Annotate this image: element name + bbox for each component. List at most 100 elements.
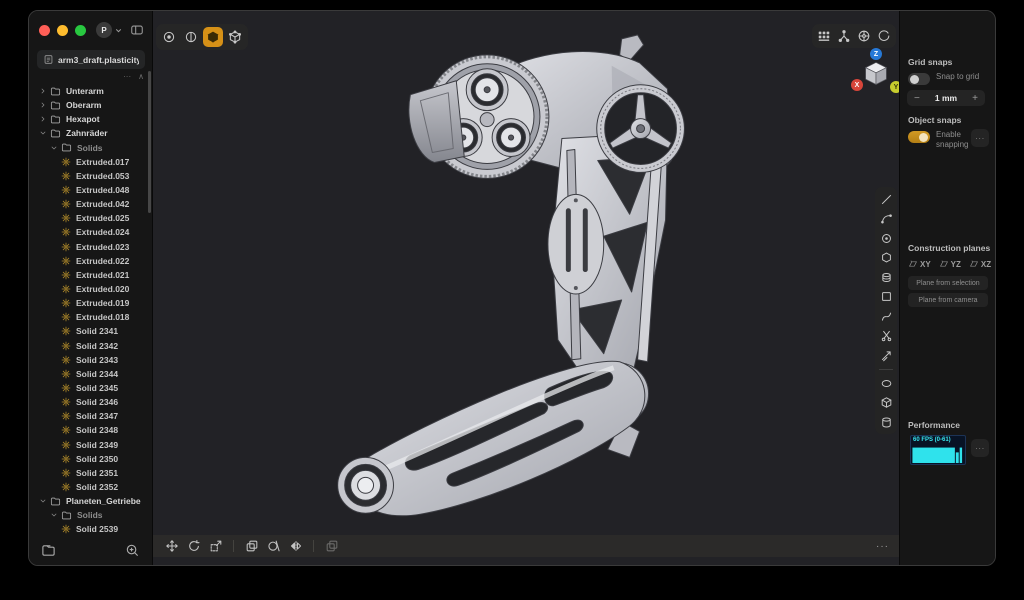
close-window-button[interactable]: [39, 25, 50, 36]
file-name: arm3_draft.plasticity: [58, 55, 139, 65]
tree-item-solid-2341[interactable]: Solid 2341: [29, 324, 152, 338]
tree-item-solid-2342[interactable]: Solid 2342: [29, 339, 152, 353]
transform-slice-button[interactable]: [265, 538, 282, 555]
tree-item-solid-2351[interactable]: Solid 2351: [29, 466, 152, 480]
tool-line-button[interactable]: [878, 191, 894, 207]
select-mode-vertex-button[interactable]: [159, 27, 179, 47]
transform-scale-button[interactable]: [207, 538, 224, 555]
grid-size-decrease-button[interactable]: −: [914, 93, 920, 104]
chevron-down-icon[interactable]: [50, 144, 58, 152]
tree-item-solid-2343[interactable]: Solid 2343: [29, 353, 152, 367]
robot-arm-model[interactable]: [153, 11, 899, 565]
app-menu-badge[interactable]: P: [96, 22, 112, 38]
tool-box-button[interactable]: [878, 395, 894, 411]
chevron-down-icon[interactable]: [39, 497, 47, 505]
chevron-down-icon[interactable]: [39, 129, 47, 137]
gear-icon: [61, 482, 71, 492]
tree-item-solids[interactable]: Solids: [29, 141, 152, 155]
transform-group-button[interactable]: [323, 538, 340, 555]
tool-offset-button[interactable]: [878, 347, 894, 363]
tree-item-solid-2349[interactable]: Solid 2349: [29, 438, 152, 452]
chevron-right-icon[interactable]: [39, 101, 47, 109]
tree-item-solid-2345[interactable]: Solid 2345: [29, 381, 152, 395]
tree-item-extruded-022[interactable]: Extruded.022: [29, 254, 152, 268]
tree-item-unterarm[interactable]: Unterarm: [29, 84, 152, 98]
tree-item-solid-2347[interactable]: Solid 2347: [29, 409, 152, 423]
view-tool-aperture-button[interactable]: [855, 27, 873, 45]
tree-item-solid-2348[interactable]: Solid 2348: [29, 423, 152, 437]
tree-item-solid-2346[interactable]: Solid 2346: [29, 395, 152, 409]
select-mode-solid-button[interactable]: [203, 27, 223, 47]
minimize-window-button[interactable]: [57, 25, 68, 36]
select-mode-mesh-button[interactable]: [225, 27, 245, 47]
tool-arc-button[interactable]: [878, 211, 894, 227]
tree-item-solids[interactable]: Solids: [29, 508, 152, 522]
tree-item-extruded-019[interactable]: Extruded.019: [29, 296, 152, 310]
bottombar-more-button[interactable]: ···: [876, 541, 889, 552]
plane-from-camera-button[interactable]: Plane from camera: [908, 293, 988, 307]
chevron-down-icon[interactable]: [114, 26, 123, 35]
chevron-right-icon[interactable]: [39, 87, 47, 95]
tree-scrollbar[interactable]: [148, 71, 151, 213]
tree-item-solid-2352[interactable]: Solid 2352: [29, 480, 152, 494]
tool-scissors-button[interactable]: [878, 328, 894, 344]
current-file-button[interactable]: arm3_draft.plasticity: [37, 50, 145, 69]
tree-item-extruded-053[interactable]: Extruded.053: [29, 169, 152, 183]
search-zoom-icon[interactable]: [125, 543, 140, 558]
gizmo-axis-z[interactable]: Z: [870, 48, 882, 60]
view-gizmo[interactable]: Z X Y: [853, 51, 899, 99]
tree-item-extruded-020[interactable]: Extruded.020: [29, 282, 152, 296]
tree-item-extruded-025[interactable]: Extruded.025: [29, 211, 152, 225]
transform-rotate-button[interactable]: [185, 538, 202, 555]
tree-item-oberarm[interactable]: Oberarm: [29, 98, 152, 112]
object-snaps-more-button[interactable]: ···: [971, 129, 989, 147]
tree-item-solid-2350[interactable]: Solid 2350: [29, 452, 152, 466]
performance-more-button[interactable]: ···: [971, 439, 989, 457]
plane-from-selection-button[interactable]: Plane from selection: [908, 276, 988, 290]
chevron-down-icon[interactable]: [50, 511, 58, 519]
plane-xy-button[interactable]: XY: [908, 259, 931, 269]
tree-item-solid-2344[interactable]: Solid 2344: [29, 367, 152, 381]
plane-xz-button[interactable]: XZ: [969, 259, 991, 269]
plane-yz-button[interactable]: YZ: [939, 259, 961, 269]
tree-item-extruded-023[interactable]: Extruded.023: [29, 240, 152, 254]
tool-rectangle-button[interactable]: [878, 289, 894, 305]
gizmo-cube[interactable]: [861, 59, 891, 89]
tool-ellipse-button[interactable]: [878, 375, 894, 391]
tool-cylinder-button[interactable]: [878, 414, 894, 430]
tool-spline-button[interactable]: [878, 308, 894, 324]
tool-circle-button[interactable]: [878, 230, 894, 246]
sidebar-toggle-icon[interactable]: [130, 23, 144, 37]
tree-item-extruded-048[interactable]: Extruded.048: [29, 183, 152, 197]
chevron-right-icon[interactable]: [39, 115, 47, 123]
grid-size-increase-button[interactable]: +: [972, 93, 978, 104]
new-folder-icon[interactable]: [41, 543, 56, 558]
tool-polygon-button[interactable]: [878, 250, 894, 266]
tree-item-label: Solids: [77, 143, 103, 153]
snap-to-grid-toggle[interactable]: [908, 73, 930, 85]
view-tool-loop-button[interactable]: [875, 27, 893, 45]
tree-item-extruded-021[interactable]: Extruded.021: [29, 268, 152, 282]
view-tool-grid-button[interactable]: [815, 27, 833, 45]
transform-move-button[interactable]: [163, 538, 180, 555]
tree-item-extruded-024[interactable]: Extruded.024: [29, 225, 152, 239]
tree-item-planeten-getriebe[interactable]: Planeten_Getriebe: [29, 494, 152, 508]
tree-item-solid-2539[interactable]: Solid 2539: [29, 522, 152, 536]
tree-item-extruded-017[interactable]: Extruded.017: [29, 155, 152, 169]
select-mode-edge-button[interactable]: [181, 27, 201, 47]
tree-more-button[interactable]: ···: [123, 72, 131, 82]
transform-duplicate-button[interactable]: [243, 538, 260, 555]
tool-drum-button[interactable]: [878, 269, 894, 285]
enable-snapping-toggle[interactable]: [908, 131, 930, 143]
tree-item-extruded-018[interactable]: Extruded.018: [29, 310, 152, 324]
transform-mirror-button[interactable]: [287, 538, 304, 555]
tree-collapse-button[interactable]: ∧: [138, 72, 144, 82]
viewport-3d[interactable]: Z X Y ···: [153, 11, 899, 565]
view-tool-node-button[interactable]: [835, 27, 853, 45]
gizmo-axis-y[interactable]: Y: [890, 81, 899, 93]
tree-item-hexapot[interactable]: Hexapot: [29, 112, 152, 126]
tree-item-extruded-042[interactable]: Extruded.042: [29, 197, 152, 211]
zoom-window-button[interactable]: [75, 25, 86, 36]
tree-item-zahnräder[interactable]: Zahnräder: [29, 126, 152, 140]
gizmo-axis-x[interactable]: X: [851, 79, 863, 91]
